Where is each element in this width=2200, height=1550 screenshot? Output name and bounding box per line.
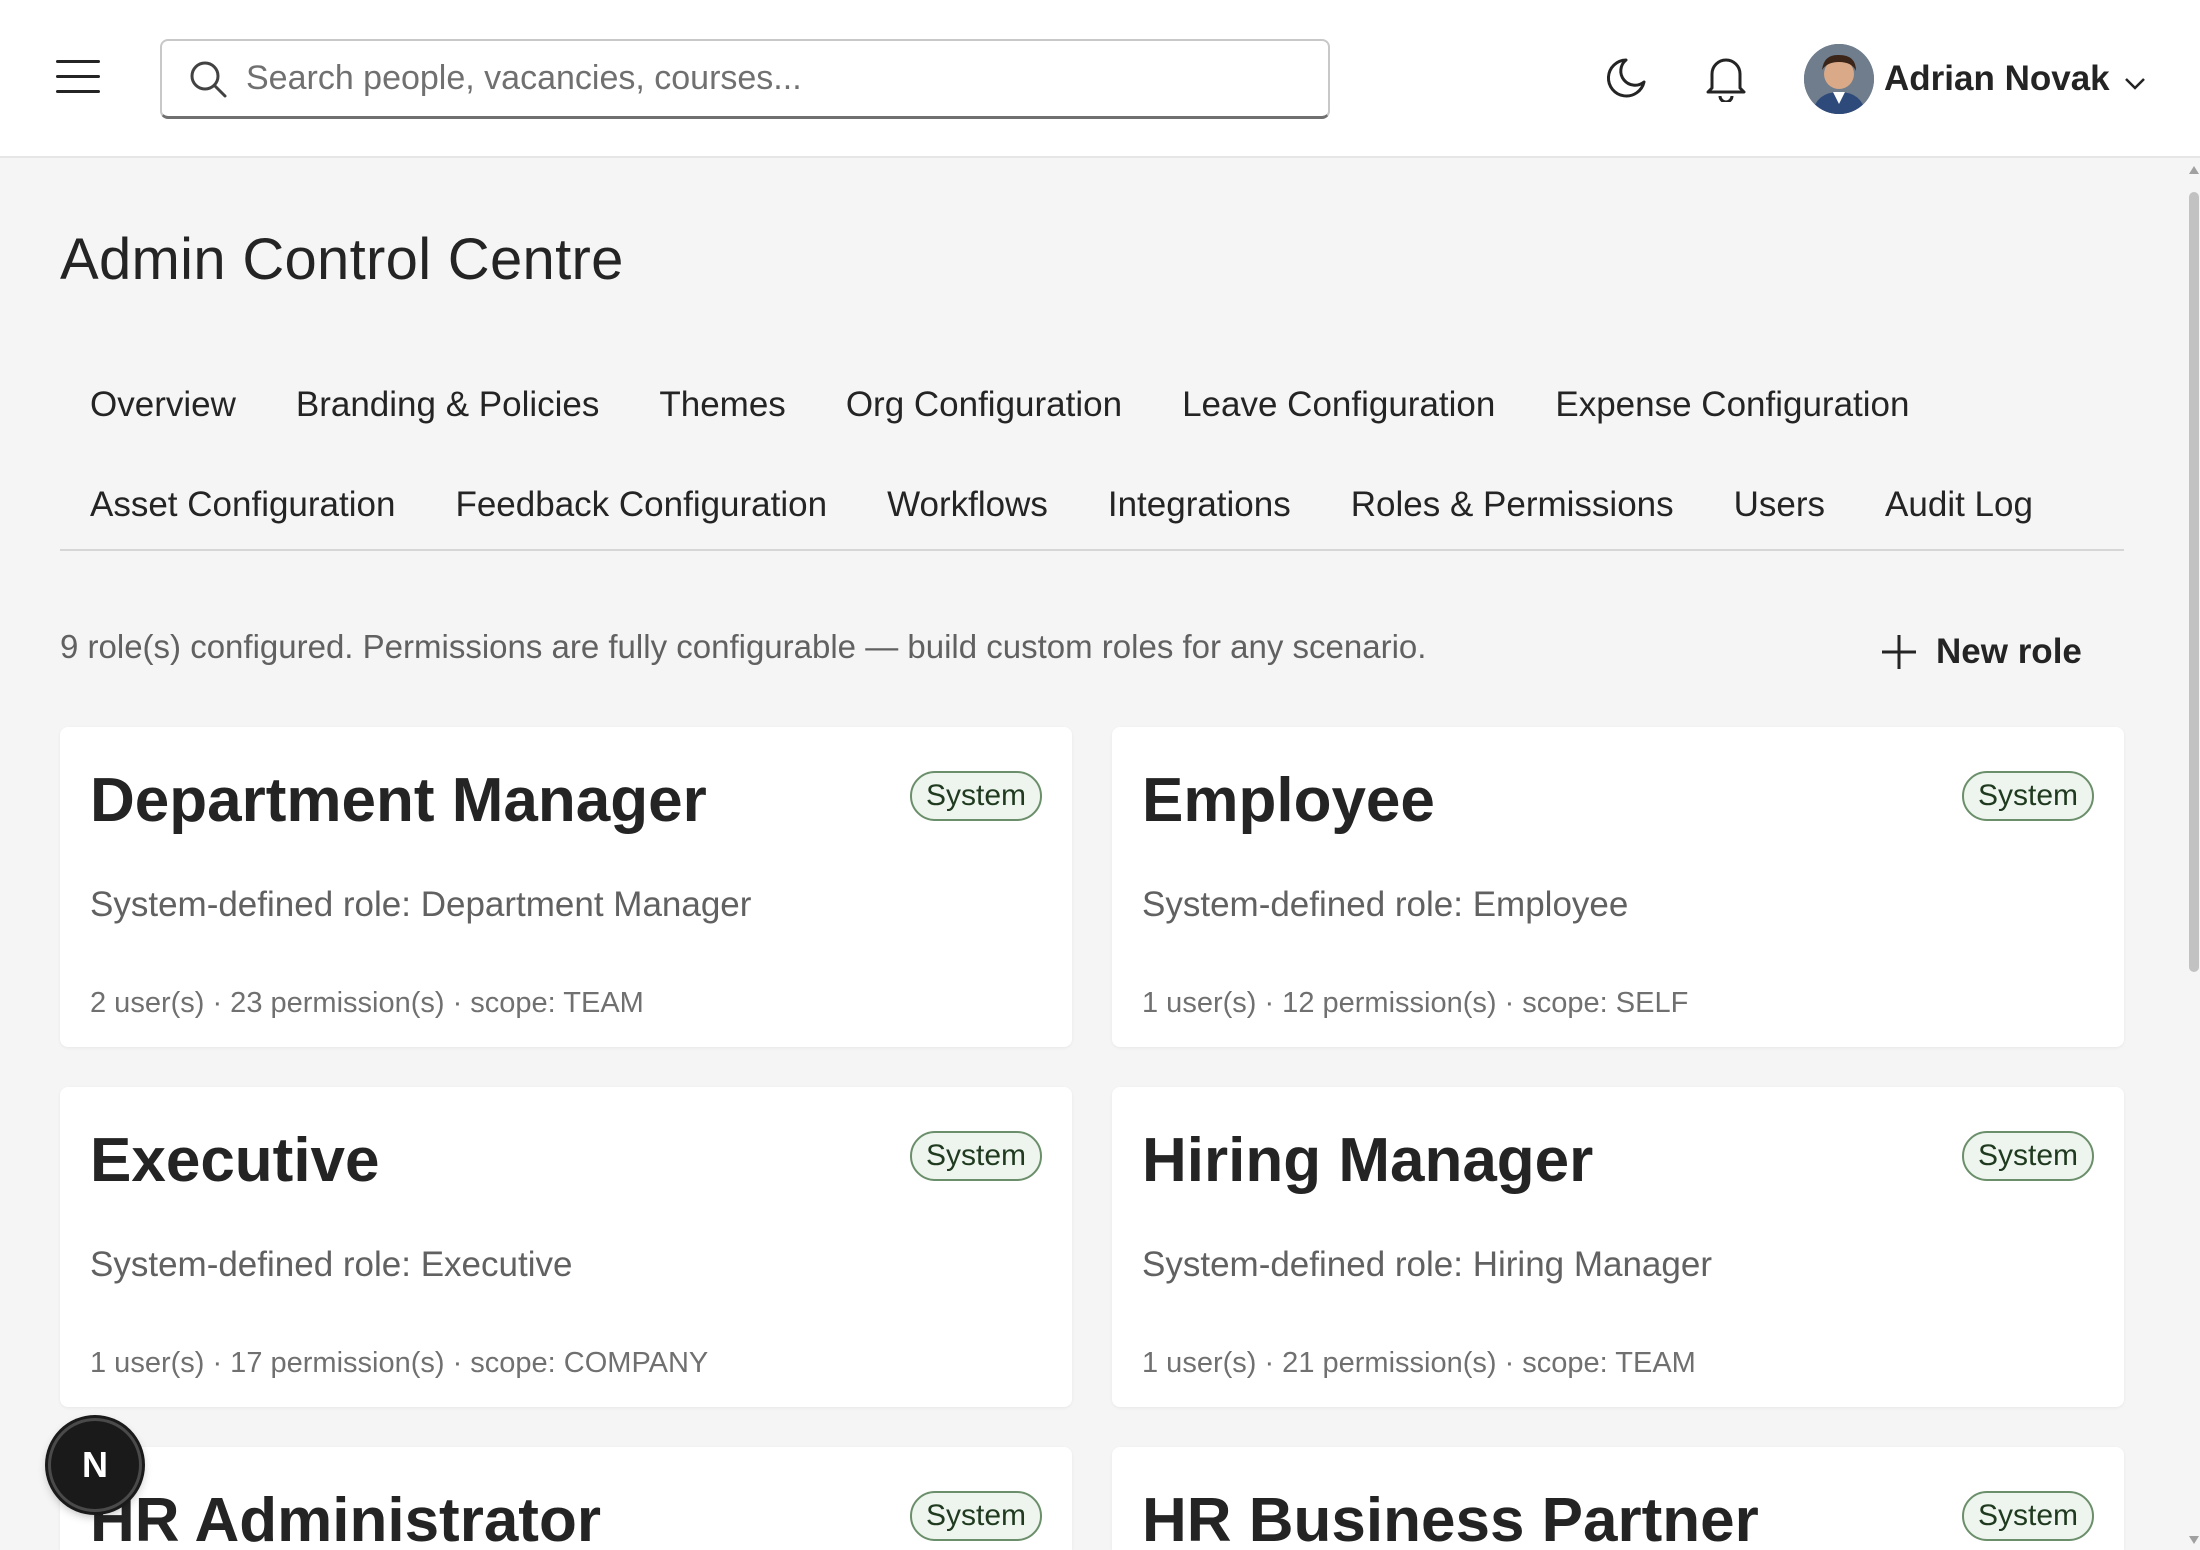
role-description: System-defined role: Executive <box>90 1245 573 1284</box>
tab-audit-log[interactable]: Audit Log <box>1855 465 2063 545</box>
role-description: System-defined role: Hiring Manager <box>1142 1245 1712 1284</box>
tab-feedback-configuration[interactable]: Feedback Configuration <box>425 465 857 545</box>
user-menu[interactable]: Adrian Novak <box>1804 40 2146 118</box>
admin-tabs: Overview Branding & Policies Themes Org … <box>60 365 2124 551</box>
dark-mode-toggle[interactable] <box>1596 48 1656 108</box>
role-meta: 1 user(s) · 21 permission(s) · scope: TE… <box>1142 1347 1696 1379</box>
scrollbar-thumb[interactable] <box>2189 192 2199 972</box>
role-card-hr-administrator[interactable]: HR Administrator System <box>60 1447 1072 1550</box>
tab-integrations[interactable]: Integrations <box>1078 465 1321 545</box>
role-name: HR Business Partner <box>1142 1486 1759 1550</box>
tab-row-1: Overview Branding & Policies Themes Org … <box>60 365 1939 465</box>
role-card-hiring-manager[interactable]: Hiring Manager System System-defined rol… <box>1112 1087 2124 1407</box>
role-card-hr-business-partner[interactable]: HR Business Partner System <box>1112 1447 2124 1550</box>
tab-expense-configuration[interactable]: Expense Configuration <box>1525 365 1939 445</box>
system-badge: System <box>1961 771 2094 821</box>
tab-themes[interactable]: Themes <box>629 365 815 445</box>
system-badge: System <box>909 1131 1042 1181</box>
menu-icon[interactable] <box>56 60 100 94</box>
tab-roles-permissions[interactable]: Roles & Permissions <box>1321 465 1704 545</box>
tab-overview[interactable]: Overview <box>60 365 266 445</box>
role-name: Employee <box>1142 766 1435 835</box>
system-badge: System <box>1961 1131 2094 1181</box>
system-badge: System <box>909 1491 1042 1541</box>
tab-workflows[interactable]: Workflows <box>857 465 1078 545</box>
new-role-label: New role <box>1936 632 2082 671</box>
role-name: Department Manager <box>90 766 707 835</box>
search-icon <box>190 61 227 97</box>
role-meta: 1 user(s) · 17 permission(s) · scope: CO… <box>90 1347 709 1379</box>
plus-icon <box>1882 635 1916 669</box>
role-name: Hiring Manager <box>1142 1126 1594 1195</box>
system-badge: System <box>909 771 1042 821</box>
tab-asset-configuration[interactable]: Asset Configuration <box>60 465 425 545</box>
bell-icon <box>1706 58 1746 102</box>
tab-leave-configuration[interactable]: Leave Configuration <box>1152 365 1525 445</box>
top-bar: Adrian Novak <box>0 0 2200 158</box>
new-role-button[interactable]: New role <box>1880 620 2082 684</box>
scroll-up-icon[interactable] <box>2189 166 2199 174</box>
chevron-down-icon <box>2124 78 2145 90</box>
tab-users[interactable]: Users <box>1704 465 1855 545</box>
role-name: HR Administrator <box>90 1486 601 1550</box>
role-description: System-defined role: Department Manager <box>90 885 752 924</box>
tab-row-2: Asset Configuration Feedback Configurati… <box>60 465 2063 565</box>
roles-summary: 9 role(s) configured. Permissions are fu… <box>60 628 1427 665</box>
role-meta: 1 user(s) · 12 permission(s) · scope: SE… <box>1142 987 1689 1019</box>
tab-org-configuration[interactable]: Org Configuration <box>816 365 1152 445</box>
role-card-employee[interactable]: Employee System System-defined role: Emp… <box>1112 727 2124 1047</box>
system-badge: System <box>1961 1491 2094 1541</box>
page-title: Admin Control Centre <box>60 227 624 292</box>
avatar <box>1804 44 1874 114</box>
role-card-department-manager[interactable]: Department Manager System System-defined… <box>60 727 1072 1047</box>
fab-letter: N <box>82 1445 108 1485</box>
nextjs-dev-button[interactable]: N <box>48 1418 142 1512</box>
tab-branding-policies[interactable]: Branding & Policies <box>266 365 630 445</box>
role-card-executive[interactable]: Executive System System-defined role: Ex… <box>60 1087 1072 1407</box>
page-scrollbar[interactable] <box>2186 160 2200 1550</box>
user-name: Adrian Novak <box>1884 59 2110 98</box>
n-logo-icon: N <box>82 1445 108 1485</box>
scroll-down-icon[interactable] <box>2189 1536 2199 1544</box>
role-meta: 2 user(s) · 23 permission(s) · scope: TE… <box>90 987 644 1019</box>
search-input[interactable] <box>246 59 1246 98</box>
moon-icon <box>1606 58 1646 98</box>
role-description: System-defined role: Employee <box>1142 885 1629 924</box>
role-name: Executive <box>90 1126 380 1195</box>
search-box[interactable] <box>160 39 1330 119</box>
notifications-button[interactable] <box>1696 48 1756 108</box>
